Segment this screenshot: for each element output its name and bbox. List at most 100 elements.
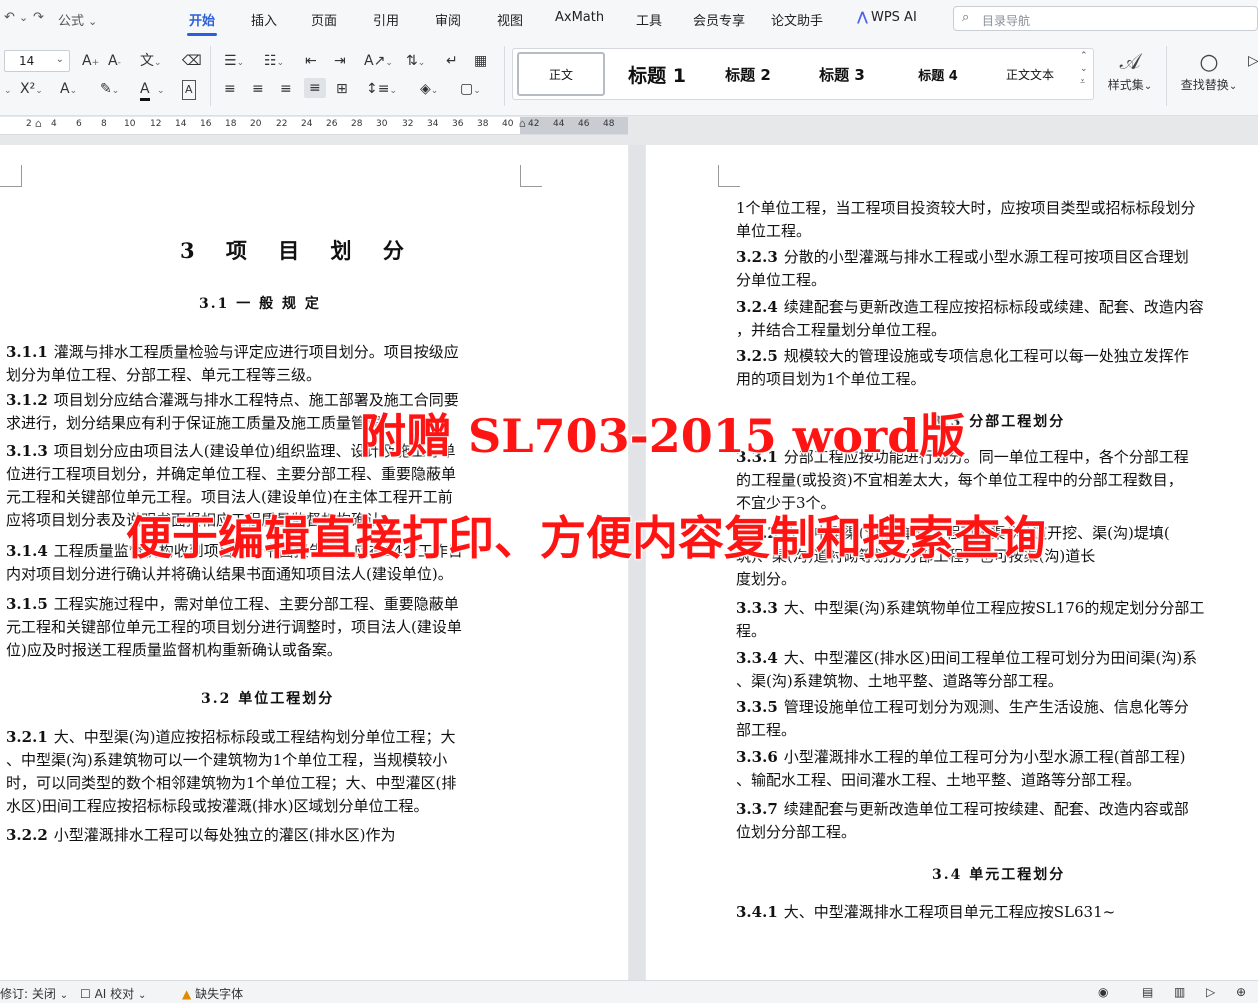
clause-number: 3.2.1 (6, 728, 48, 746)
increase-indent-icon[interactable]: ⇥ (334, 52, 346, 70)
clause-line: 规模较大的管理设施或专项信息化工程可以每一处独立发挥作 (783, 347, 1189, 365)
find-replace-button[interactable]: ○ 查找替换⌄ (1176, 50, 1242, 93)
clause-3-1-1: 3.1.1 灌溉与排水工程质量检验与评定应进行项目划分。项目按级应 划分为单位工程… (6, 341, 526, 387)
style-heading-2[interactable]: 标题 2 (709, 49, 787, 99)
tab-home[interactable]: 开始 (189, 10, 215, 29)
status-bar: 修订: 关闭 ⌄ ☐ AI 校对 ⌄ ▲ 缺失字体 ◉ ▤ ▥ ▷ ⊕ (0, 980, 1258, 1003)
select-icon[interactable]: ▷ (1248, 52, 1258, 70)
tab-tools[interactable]: 工具 (636, 10, 662, 29)
clause-line: 部工程。 (736, 721, 797, 739)
ruler-tick: 36 (452, 119, 464, 129)
ruler-tick: 16 (200, 119, 212, 129)
active-tab-indicator (187, 33, 217, 36)
style-set-button[interactable]: 𝒜 样式集⌄ (1102, 50, 1158, 93)
eye-protect-icon[interactable]: ◉ (1098, 985, 1108, 999)
shrink-font-icon[interactable]: A- (108, 52, 121, 72)
ruler-tick: 32 (402, 119, 414, 129)
undo-icon[interactable]: ↶ ⌄ (4, 10, 28, 25)
clause-number: 3.2.5 (736, 347, 778, 365)
style-body-text[interactable]: 正文文本 (991, 49, 1069, 99)
tab-insert[interactable]: 插入 (251, 10, 277, 29)
numbering-icon[interactable]: ☷⌄ (264, 52, 284, 72)
tab-wps-ai[interactable]: ⋀ WPS AI (857, 10, 917, 25)
page-view-icon[interactable]: ▤ (1142, 985, 1153, 999)
superscript-icon[interactable]: X²⌄ (20, 80, 43, 100)
align-right-icon[interactable]: ≡ (280, 80, 292, 98)
phonetic-guide-icon[interactable]: 文⌄ (140, 52, 162, 72)
text-direction-icon[interactable]: A↗⌄ (364, 52, 393, 72)
line-spacing-icon[interactable]: ↕≡⌄ (366, 80, 397, 100)
tab-review[interactable]: 审阅 (435, 10, 461, 29)
highlight-icon[interactable]: ✎⌄ (100, 80, 119, 100)
clause-3-2-2-continued: 1个单位工程，当工程项目投资较大时，应按项目类型或招标标段划分 单位工程。 (736, 197, 1256, 243)
clause-line: 灌溉与排水工程质量检验与评定应进行项目划分。项目按级应 (53, 343, 459, 361)
web-view-icon[interactable]: ⊕ (1236, 985, 1246, 999)
outline-view-icon[interactable]: ▥ (1174, 985, 1185, 999)
formula-button[interactable]: 公式 ⌄ (58, 10, 97, 29)
warning-icon: ▲ (182, 987, 192, 1001)
nav-search-input[interactable]: ⌕ 目录导航 (953, 6, 1258, 31)
tab-view[interactable]: 视图 (497, 10, 523, 29)
style-heading-1[interactable]: 标题 1 (617, 49, 697, 99)
tab-references[interactable]: 引用 (373, 10, 399, 29)
redo-icon[interactable]: ↷ (33, 10, 44, 25)
tab-member[interactable]: 会员专享 (693, 10, 745, 29)
font-color-icon[interactable]: A (140, 80, 150, 101)
clause-line: 大、中型灌区(排水区)田间工程单位工程可划分为田间渠(沟)系 (783, 649, 1198, 667)
wps-ai-icon: ⋀ (857, 10, 868, 25)
borders-icon[interactable]: ▢⌄ (460, 80, 481, 100)
tab-page[interactable]: 页面 (311, 10, 337, 29)
clause-number: 3.1.5 (6, 595, 48, 613)
ribbon-tabbar: ↶ ⌄ ↷ 公式 ⌄ 开始 插入 页面 引用 审阅 视图 AxMath 工具 会… (0, 0, 1258, 38)
shading-icon[interactable]: ◈⌄ (420, 80, 438, 100)
clause-line: 用的项目划为1个单位工程。 (736, 370, 926, 388)
right-indent-marker-icon[interactable]: ⌂ (519, 117, 526, 130)
clause-3-2-4: 3.2.4 续建配套与更新改造工程应按招标标段或续建、配套、改造内容 ，并结合工程… (736, 296, 1256, 342)
style-heading-4[interactable]: 标题 4 (899, 49, 977, 99)
section-heading: 3.4 单元工程划分 (932, 867, 1066, 883)
clause-line: ，并结合工程量划分单位工程。 (736, 321, 947, 339)
play-icon[interactable]: ▷ (1206, 985, 1215, 999)
bullets-icon[interactable]: ☰⌄ (224, 52, 244, 72)
styles-gallery-scroll[interactable]: ⌃ ⌄ ⩡ (1080, 50, 1088, 89)
style-normal[interactable]: 正文 (517, 52, 605, 96)
font-size-value: 14 (19, 54, 35, 68)
search-icon: ⌕ (962, 10, 970, 25)
clause-number: 3.3.4 (736, 649, 778, 667)
style-heading-3[interactable]: 标题 3 (803, 49, 881, 99)
revision-toggle[interactable]: 修订: 关闭 ⌄ (0, 985, 68, 1002)
crop-mark (0, 165, 22, 187)
font-size-select[interactable]: 14 ⌄ (4, 50, 70, 72)
clause-3-2-2: 3.2.2 小型灌溉排水工程可以每处独立的灌区(排水区)作为 (6, 824, 526, 847)
clause-line: 、中型渠(沟)系建筑物可以一个建筑物为1个单位工程，当规模较小 (6, 751, 448, 769)
font-color-dropdown-icon[interactable]: ⌄ (157, 80, 165, 100)
clause-line: 大、中型灌溉排水工程项目单元工程应按SL631~ (783, 903, 1116, 921)
crop-mark (718, 165, 740, 187)
text-effect-icon[interactable]: A⌄ (60, 80, 77, 100)
sort-icon[interactable]: ⇅⌄ (406, 52, 425, 72)
line-break-icon[interactable]: ↵ (446, 52, 458, 70)
align-left-icon[interactable]: ≡ (224, 80, 236, 98)
tab-axmath[interactable]: AxMath (555, 10, 604, 25)
ruler-tick: 24 (301, 119, 313, 129)
char-border-icon[interactable]: A (182, 80, 196, 100)
distribute-icon[interactable]: ⊞ (336, 80, 348, 98)
grow-font-icon[interactable]: A+ (82, 52, 99, 72)
horizontal-ruler[interactable]: ⌂ ⌂ 2 4 6 8 10 12 14 16 18 20 22 24 26 2… (0, 117, 628, 135)
decrease-indent-icon[interactable]: ⇤ (305, 52, 317, 70)
magnifier-icon: ○ (1199, 50, 1219, 75)
ai-proofread-button[interactable]: ☐ AI 校对 ⌄ (80, 985, 146, 1002)
italic-icon[interactable]: ⌄ (4, 80, 12, 100)
indent-marker-icon[interactable]: ⌂ (35, 117, 42, 130)
align-center-icon[interactable]: ≡ (252, 80, 264, 98)
tab-thesis[interactable]: 论文助手 (771, 10, 823, 29)
clause-3-3-6: 3.3.6 小型灌溉排水工程的单位工程可分为小型水源工程(首部工程) 、输配水工程… (736, 746, 1256, 792)
nav-search-placeholder: 目录导航 (982, 14, 1031, 28)
clause-line: 的工程量(或投资)不宜相差太大，每个单位工程中的分部工程数目， (736, 471, 1183, 489)
table-grid-icon[interactable]: ▦ (474, 52, 487, 70)
clause-line: 分散的小型灌溉与排水工程或小型水源工程可按项目区合理划 (783, 248, 1189, 266)
clause-line: 划分为单位工程、分部工程、单元工程等三级。 (6, 366, 322, 384)
justify-icon[interactable]: ≡ (304, 78, 326, 98)
clear-format-icon[interactable]: ⌫ (182, 52, 202, 70)
missing-font-button[interactable]: ▲ 缺失字体 (182, 985, 243, 1002)
